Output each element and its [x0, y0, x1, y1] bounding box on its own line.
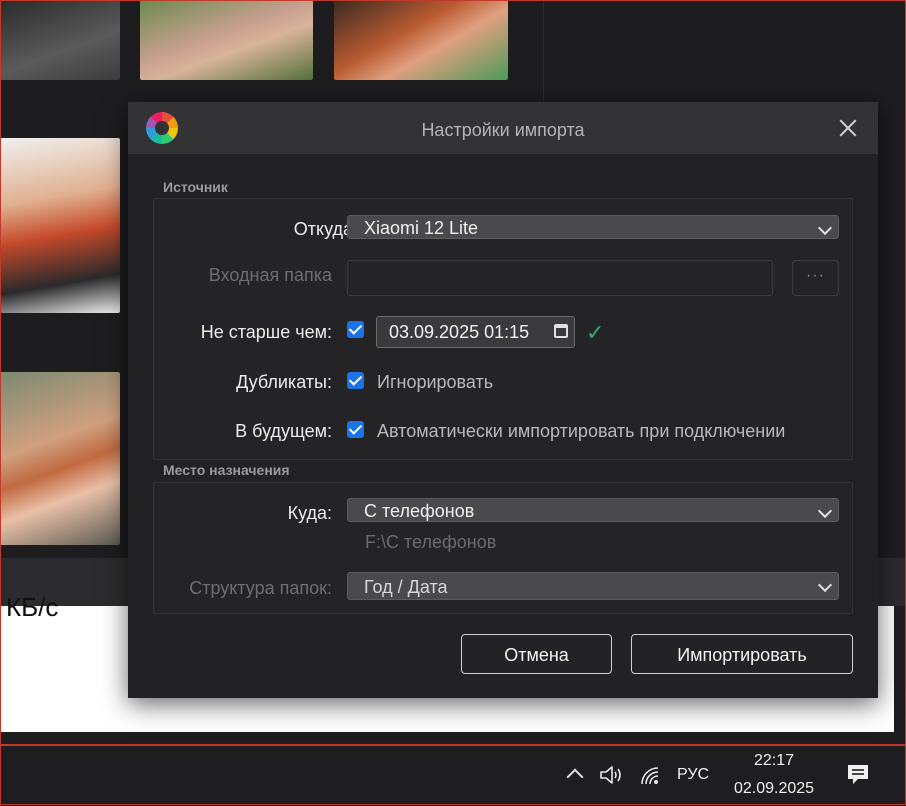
auto-import-checkbox[interactable]	[347, 421, 364, 438]
from-label: Откуда:	[293, 219, 358, 239]
valid-checkmark-icon: ✓	[586, 320, 605, 345]
destination-section-label: Место назначения	[163, 462, 290, 478]
duplicates-label: Дубликаты:	[236, 372, 332, 392]
future-label: В будущем:	[235, 421, 332, 441]
chevron-down-icon	[817, 577, 833, 593]
photo-thumbnail[interactable]	[0, 0, 120, 80]
to-label: Куда:	[287, 503, 332, 523]
clock-date[interactable]: 02.09.2025	[720, 780, 828, 798]
destination-select[interactable]: С телефонов	[347, 498, 839, 522]
input-folder-field[interactable]	[347, 260, 773, 296]
photo-thumbnail[interactable]	[0, 138, 120, 313]
not-older-label: Не старше чем:	[200, 322, 332, 342]
browse-button[interactable]: ···	[792, 260, 839, 296]
import-button[interactable]: Импортировать	[631, 634, 853, 674]
chevron-down-icon	[817, 503, 833, 519]
source-group: Откуда: Xiaomi 12 Lite Входная папка ···…	[153, 198, 853, 460]
dialog-titlebar: Настройки импорта	[128, 102, 878, 154]
photo-thumbnail[interactable]	[334, 0, 508, 80]
not-older-datetime-input[interactable]: 03.09.2025 01:15	[376, 316, 575, 348]
folder-structure-label: Структура папок:	[189, 578, 332, 598]
destination-path: F:\С телефонов	[365, 532, 497, 552]
notification-icon[interactable]	[846, 763, 870, 785]
datetime-value: 03.09.2025 01:15	[389, 322, 530, 342]
not-older-checkbox[interactable]	[347, 321, 364, 338]
duplicates-option-label[interactable]: Игнорировать	[377, 372, 493, 393]
import-settings-dialog: Настройки импорта Источник Откуда: Xiaom…	[128, 102, 878, 698]
from-device-select[interactable]: Xiaomi 12 Lite	[347, 215, 839, 239]
divider	[543, 0, 544, 100]
destination-value: С телефонов	[364, 501, 475, 521]
transfer-speed-text: КБ/с	[6, 592, 59, 622]
volume-icon[interactable]	[598, 764, 626, 786]
auto-import-option-label[interactable]: Автоматически импортировать при подключе…	[377, 421, 785, 442]
folder-structure-value: Год / Дата	[364, 577, 448, 597]
photo-thumbnail[interactable]	[0, 372, 120, 545]
cancel-button[interactable]: Отмена	[461, 634, 612, 674]
input-folder-label: Входная папка	[208, 265, 332, 285]
destination-group: Куда: С телефонов F:\С телефонов Структу…	[153, 482, 853, 614]
clock-time[interactable]: 22:17	[720, 752, 828, 770]
close-icon[interactable]	[828, 108, 868, 148]
chevron-down-icon	[817, 220, 833, 236]
dialog-title: Настройки импорта	[421, 120, 585, 140]
wifi-icon[interactable]	[638, 764, 662, 786]
from-device-value: Xiaomi 12 Lite	[364, 218, 479, 238]
calendar-icon[interactable]	[554, 324, 568, 338]
folder-structure-select[interactable]: Год / Дата	[347, 572, 839, 600]
language-indicator[interactable]: РУС	[677, 766, 709, 784]
duplicates-checkbox[interactable]	[347, 372, 364, 389]
photo-thumbnail[interactable]	[140, 0, 313, 80]
source-section-label: Источник	[163, 179, 228, 195]
